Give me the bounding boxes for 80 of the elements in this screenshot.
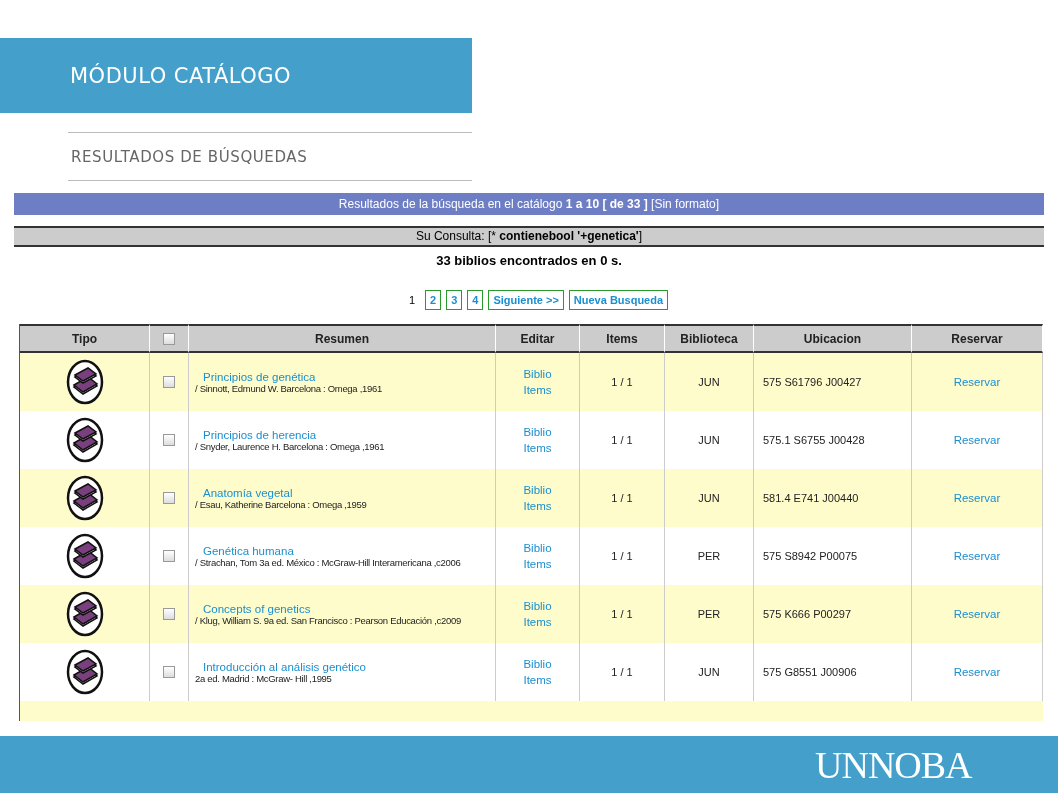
title-link[interactable]: Anatomía vegetal [189, 486, 293, 499]
page-link[interactable]: 3 [446, 290, 463, 310]
column-header: Ubicacion [754, 324, 912, 353]
edit-link[interactable]: Items [523, 556, 552, 572]
items-count: 1 / 1 [611, 376, 633, 388]
record-details: / Snyder, Laurence H. Barcelona : Omega ,1961 [194, 440, 385, 452]
record-details: / Sinnott, Edmund W. Barcelona : Omega ,1961 [194, 382, 382, 394]
edit-link[interactable]: Items [523, 440, 552, 456]
title-link[interactable]: Principios de herencia [189, 428, 317, 441]
record-details: / Esau, Katherine Barcelona : Omega ,1959 [194, 498, 367, 510]
row-checkbox[interactable] [163, 550, 175, 562]
row-checkbox[interactable] [163, 492, 175, 504]
row-checkbox[interactable] [163, 376, 175, 388]
nav-link[interactable]: Siguiente >> [488, 290, 564, 310]
books-icon [65, 475, 104, 521]
edit-link[interactable]: Biblio [523, 540, 552, 556]
call-number: 575.1 S6755 J00428 [762, 434, 865, 446]
record-details: / Strachan, Tom 3a ed. México : McGraw-Hill Interamericana ,c2006 [194, 556, 461, 568]
books-icon [65, 649, 104, 695]
reserve-link[interactable]: Reservar [953, 548, 1001, 564]
items-count: 1 / 1 [611, 608, 633, 620]
title-link[interactable]: Concepts of genetics [189, 602, 311, 615]
edit-link[interactable]: Items [523, 382, 552, 398]
reserve-link[interactable]: Reservar [953, 432, 1001, 448]
record-details: 2a ed. Madrid : McGraw- Hill ,1995 [194, 672, 332, 684]
books-icon [65, 533, 104, 579]
library-code: JUN [698, 492, 720, 504]
column-header: Items [580, 324, 665, 353]
edit-link[interactable]: Items [523, 672, 552, 688]
call-number: 575 K666 P00297 [762, 608, 852, 620]
library-code: JUN [698, 666, 720, 678]
title-link[interactable]: Genética humana [189, 544, 294, 557]
results-header: Resultados de la búsqueda en el catálogo 1 a 10 [ de 33 ] [Sin formato] [14, 193, 1044, 215]
title-link[interactable]: Introducción al análisis genético [189, 660, 367, 673]
reserve-link[interactable]: Reservar [953, 664, 1001, 680]
reserve-link[interactable]: Reservar [953, 374, 1001, 390]
edit-link[interactable]: Items [523, 498, 552, 514]
library-code: JUN [698, 376, 720, 388]
nav-link[interactable]: Nueva Busqueda [568, 290, 669, 310]
slide-title: MÓDULO CATÁLOGO [70, 63, 292, 88]
edit-link[interactable]: Biblio [523, 598, 552, 614]
items-count: 1 / 1 [611, 550, 633, 562]
row-checkbox[interactable] [163, 434, 175, 446]
column-header: Editar [496, 324, 580, 353]
page-link[interactable]: 1 [403, 290, 421, 310]
reserve-link[interactable]: Reservar [953, 490, 1001, 506]
edit-link[interactable]: Biblio [523, 366, 552, 382]
library-code: PER [697, 608, 721, 620]
call-number: 575 G8551 J00906 [762, 666, 857, 678]
page-link[interactable]: 4 [467, 290, 484, 310]
library-code: JUN [698, 434, 720, 446]
column-header: Resumen [189, 324, 496, 353]
books-icon [65, 417, 104, 463]
reserve-link[interactable]: Reservar [953, 606, 1001, 622]
slide-subtitle: RESULTADOS DE BÚSQUEDAS [71, 147, 308, 166]
books-icon [65, 359, 104, 405]
call-number: 575 S61796 J00427 [762, 376, 862, 388]
items-count: 1 / 1 [611, 666, 633, 678]
books-icon [65, 591, 104, 637]
edit-link[interactable]: Biblio [523, 482, 552, 498]
edit-link[interactable]: Biblio [523, 424, 552, 440]
page-link[interactable]: 2 [425, 290, 442, 310]
column-header: Tipo [20, 324, 150, 353]
results-count: 33 biblios encontrados en 0 s. [435, 253, 623, 268]
column-header: Reservar [912, 324, 1043, 353]
row-checkbox[interactable] [163, 608, 175, 620]
items-count: 1 / 1 [611, 434, 633, 446]
select-all-checkbox[interactable] [163, 332, 175, 345]
record-details: / Klug, William S. 9a ed. San Francisco : Pearson Educación ,c2009 [194, 614, 461, 626]
items-count: 1 / 1 [611, 492, 633, 504]
call-number: 575 S8942 P00075 [762, 550, 858, 562]
row-checkbox[interactable] [163, 666, 175, 678]
query-bar: Su Consulta: [* contienebool '+genetica'] [14, 225, 1044, 247]
column-header: Biblioteca [665, 324, 754, 353]
call-number: 581.4 E741 J00440 [762, 492, 859, 504]
logo: UNNOBA [815, 742, 972, 787]
edit-link[interactable]: Items [523, 614, 552, 630]
title-link[interactable]: Principios de genética [189, 370, 316, 383]
library-code: PER [697, 550, 721, 562]
edit-link[interactable]: Biblio [523, 656, 552, 672]
